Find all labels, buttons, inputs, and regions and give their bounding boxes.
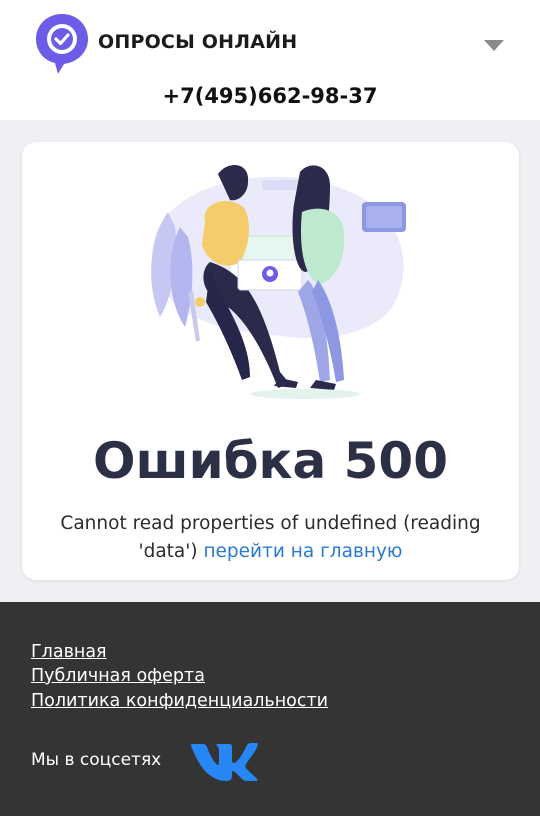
site-footer: Главная Публичная оферта Политика конфид…: [0, 602, 540, 816]
chevron-down-icon[interactable]: [484, 40, 504, 51]
social-label: Мы в соцсетях: [31, 750, 162, 770]
error-message-block: Cannot read properties of undefined (rea…: [42, 510, 499, 566]
vk-icon[interactable]: [190, 740, 258, 782]
go-home-link[interactable]: перейти на главную: [203, 541, 402, 562]
footer-link-privacy[interactable]: Политика конфиденциальности: [31, 691, 328, 711]
people-with-laptops-illustration: [151, 164, 406, 399]
checkmark-pin-icon[interactable]: [34, 12, 90, 76]
footer-link-home[interactable]: Главная: [31, 642, 107, 662]
error-card: Ошибка 500 Cannot read properties of und…: [22, 142, 519, 580]
footer-link-offer[interactable]: Публичная оферта: [31, 666, 205, 686]
phone-number[interactable]: +7(495)662-98-37: [0, 84, 540, 108]
error-title: Ошибка 500: [92, 432, 448, 490]
brand-name[interactable]: ОПРОСЫ ОНЛАЙН: [98, 31, 297, 53]
site-header: ОПРОСЫ ОНЛАЙН +7(495)662-98-37: [0, 0, 540, 120]
